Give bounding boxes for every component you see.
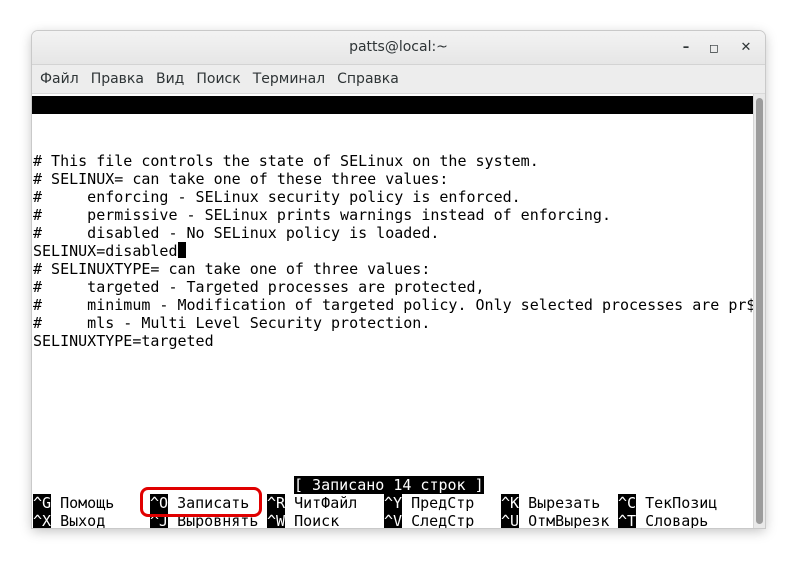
shortcut-label: Выровнять bbox=[177, 512, 259, 528]
shortcut-label: Вырезать bbox=[528, 494, 601, 512]
shortcut-key: ^G bbox=[33, 494, 52, 512]
minimize-icon[interactable]: – bbox=[675, 37, 697, 59]
status-message-text: [ Записано 14 строк ] bbox=[294, 476, 484, 494]
window-title: patts@local:~ bbox=[349, 39, 448, 55]
shortcut-next-page[interactable]: ^V СледСтр bbox=[384, 512, 474, 528]
shortcut-label: ПредСтр bbox=[411, 494, 475, 512]
shortcut-key: ^U bbox=[501, 512, 520, 528]
file-line: SELINUXTYPE=targeted bbox=[33, 332, 214, 350]
shortcut-label: Словарь bbox=[645, 512, 709, 528]
status-message: [ Записано 14 строк ] bbox=[294, 476, 484, 494]
file-line-cursor: SELINUX=disabled bbox=[33, 242, 186, 260]
terminal-area[interactable]: GNU nano 2.3.1 Файл: /etc/selinux/config … bbox=[32, 94, 754, 528]
shortcut-where-is[interactable]: ^W Поиск bbox=[267, 512, 339, 528]
shortcut-justify[interactable]: ^J Выровнять bbox=[150, 512, 258, 528]
menu-edit[interactable]: Правка bbox=[87, 65, 148, 93]
menu-bar: Файл Правка Вид Поиск Терминал Справка bbox=[32, 65, 765, 94]
menu-help[interactable]: Справка bbox=[333, 65, 403, 93]
file-line: # minimum - Modification of targeted pol… bbox=[33, 296, 754, 314]
shortcut-label: СледСтр bbox=[411, 512, 475, 528]
nano-header: GNU nano 2.3.1 Файл: /etc/selinux/config bbox=[32, 96, 754, 132]
nano-version: GNU nano 2.3.1 bbox=[86, 114, 222, 132]
close-icon[interactable]: ✕ bbox=[735, 37, 757, 59]
file-line: # SELINUX= can take one of these three v… bbox=[33, 170, 449, 188]
shortcut-uncut[interactable]: ^U ОтмВырезк bbox=[501, 512, 609, 528]
file-line: # SELINUXTYPE= can take one of three val… bbox=[33, 260, 431, 278]
shortcut-label: Записать bbox=[177, 494, 250, 512]
nano-file-name: Файл: /etc/selinux/config bbox=[275, 114, 501, 132]
shortcut-cut[interactable]: ^K Вырезать bbox=[501, 494, 600, 512]
menu-terminal[interactable]: Терминал bbox=[249, 65, 329, 93]
scrollbar[interactable] bbox=[753, 94, 765, 528]
file-line: # disabled - No SELinux policy is loaded… bbox=[33, 224, 440, 242]
shortcut-label: ТекПозиц bbox=[645, 494, 718, 512]
shortcut-label: Выход bbox=[60, 512, 106, 528]
shortcut-exit[interactable]: ^X Выход bbox=[33, 512, 105, 528]
text-cursor bbox=[177, 242, 186, 258]
shortcut-read-file[interactable]: ^R ЧитФайл bbox=[267, 494, 357, 512]
shortcut-key: ^R bbox=[267, 494, 286, 512]
shortcut-write[interactable]: ^O Записать bbox=[150, 494, 249, 512]
shortcut-key: ^X bbox=[33, 512, 52, 528]
shortcut-help[interactable]: ^G Помощь bbox=[33, 494, 114, 512]
shortcut-cur-pos[interactable]: ^C ТекПозиц bbox=[618, 494, 717, 512]
file-line: # permissive - SELinux prints warnings i… bbox=[33, 206, 611, 224]
shortcut-key: ^W bbox=[267, 512, 286, 528]
shortcut-key: ^C bbox=[618, 494, 637, 512]
terminal-window: patts@local:~ – ◻ ✕ Файл Правка Вид Поиск Те… bbox=[32, 31, 765, 528]
scrollbar-thumb[interactable] bbox=[756, 98, 763, 524]
shortcut-key: ^O bbox=[150, 494, 169, 512]
shortcut-label: Поиск bbox=[294, 512, 340, 528]
file-line: SELINUX=disabled bbox=[33, 242, 178, 260]
title-bar[interactable]: patts@local:~ – ◻ ✕ bbox=[32, 31, 765, 65]
shortcut-key: ^K bbox=[501, 494, 520, 512]
file-line: # enforcing - SELinux security policy is… bbox=[33, 188, 521, 206]
file-line: # mls - Multi Level Security protection. bbox=[33, 314, 431, 332]
shortcut-label: ОтмВырезк bbox=[528, 512, 610, 528]
shortcut-prev-page[interactable]: ^Y ПредСтр bbox=[384, 494, 474, 512]
menu-view[interactable]: Вид bbox=[152, 65, 188, 93]
shortcut-key: ^J bbox=[150, 512, 169, 528]
maximize-icon[interactable]: ◻ bbox=[703, 37, 725, 59]
shortcut-key: ^T bbox=[618, 512, 637, 528]
menu-file[interactable]: Файл bbox=[36, 65, 83, 93]
file-line: # This file controls the state of SELinu… bbox=[33, 152, 539, 170]
menu-search[interactable]: Поиск bbox=[192, 65, 244, 93]
file-line: # targeted - Targeted processes are prot… bbox=[33, 278, 485, 296]
shortcut-label: ЧитФайл bbox=[294, 494, 358, 512]
shortcut-key: ^V bbox=[384, 512, 403, 528]
shortcut-label: Помощь bbox=[60, 494, 115, 512]
shortcut-spell[interactable]: ^T Словарь bbox=[618, 512, 708, 528]
shortcut-key: ^Y bbox=[384, 494, 403, 512]
